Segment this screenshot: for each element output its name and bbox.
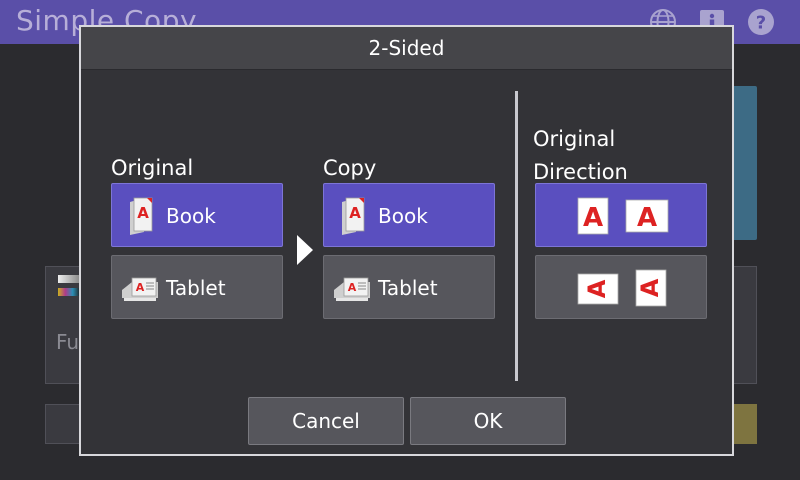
svg-text:A: A bbox=[637, 203, 657, 233]
arrow-right-icon bbox=[297, 235, 313, 265]
rotated-pages-icon: A A bbox=[577, 269, 667, 307]
svg-text:A: A bbox=[349, 204, 361, 222]
svg-text:A: A bbox=[583, 279, 611, 298]
background-color-strip bbox=[58, 275, 80, 283]
book-icon: A bbox=[342, 197, 365, 235]
ok-button[interactable]: OK bbox=[410, 397, 566, 445]
direction-upright-button[interactable]: A A bbox=[535, 183, 707, 247]
original-book-label: Book bbox=[166, 204, 216, 228]
upright-pages-icon: A A bbox=[577, 197, 669, 235]
cancel-button[interactable]: Cancel bbox=[248, 397, 404, 445]
copy-book-label: Book bbox=[378, 204, 428, 228]
original-tablet-button[interactable]: A Tablet bbox=[111, 255, 283, 319]
copy-section-label: Copy bbox=[323, 156, 377, 180]
copy-tablet-label: Tablet bbox=[378, 276, 438, 300]
svg-text:A: A bbox=[136, 281, 145, 294]
section-divider bbox=[515, 91, 518, 381]
direction-section-label-line1: Original bbox=[533, 127, 616, 151]
svg-text:A: A bbox=[636, 278, 664, 297]
tablet-icon: A bbox=[122, 277, 158, 301]
original-book-button[interactable]: A Book bbox=[111, 183, 283, 247]
background-panel bbox=[730, 266, 757, 384]
background-tile bbox=[730, 86, 757, 240]
background-color-strip bbox=[58, 288, 80, 296]
book-icon: A bbox=[130, 197, 153, 235]
svg-text:A: A bbox=[348, 281, 357, 294]
background-button bbox=[730, 404, 757, 444]
svg-text:A: A bbox=[137, 204, 149, 222]
svg-text:?: ? bbox=[756, 13, 766, 34]
copy-tablet-button[interactable]: A Tablet bbox=[323, 255, 495, 319]
original-section-label: Original bbox=[111, 156, 194, 180]
two-sided-dialog: 2-Sided Original A Book A Tablet Copy A … bbox=[79, 25, 734, 456]
direction-rotated-button[interactable]: A A bbox=[535, 255, 707, 319]
tablet-icon: A bbox=[334, 277, 370, 301]
copy-book-button[interactable]: A Book bbox=[323, 183, 495, 247]
background-label: Fu bbox=[56, 330, 80, 354]
help-icon[interactable]: ? bbox=[746, 7, 776, 37]
dialog-title: 2-Sided bbox=[81, 27, 732, 70]
svg-text:A: A bbox=[583, 203, 603, 233]
original-tablet-label: Tablet bbox=[166, 276, 226, 300]
